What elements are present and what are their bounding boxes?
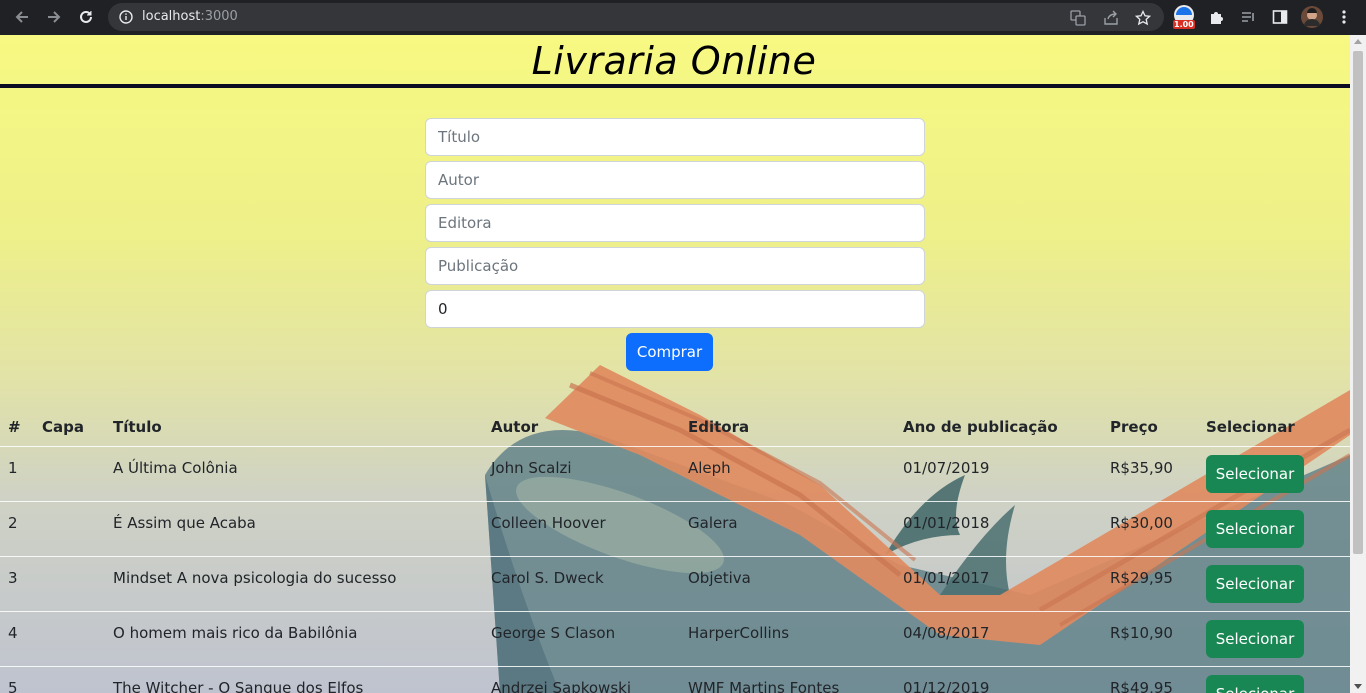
cell-ano: 01/01/2017 xyxy=(895,556,1102,612)
url-text: localhost:3000 xyxy=(142,9,238,24)
col-header-editora: Editora xyxy=(680,408,895,447)
titulo-input[interactable] xyxy=(425,118,925,156)
cell-capa xyxy=(34,666,105,693)
cell-titulo: O homem mais rico da Babilônia xyxy=(105,611,483,667)
selecionar-button[interactable]: Selecionar xyxy=(1206,564,1304,603)
cell-ano: 04/08/2017 xyxy=(895,611,1102,667)
profile-avatar[interactable] xyxy=(1300,4,1324,30)
cell-autor: John Scalzi xyxy=(483,446,680,502)
back-icon[interactable] xyxy=(10,5,34,29)
cell-selecionar: Selecionar xyxy=(1198,611,1350,667)
cell-preco: R$30,00 xyxy=(1102,501,1198,557)
address-bar[interactable]: localhost:3000 xyxy=(108,3,1164,31)
preco-input[interactable] xyxy=(425,290,925,328)
scrollbar-thumb[interactable] xyxy=(1353,51,1363,554)
col-header-autor: Autor xyxy=(483,408,680,447)
publicacao-input[interactable] xyxy=(425,247,925,285)
cell-selecionar: Selecionar xyxy=(1198,556,1350,612)
bookmark-star-icon[interactable] xyxy=(1135,10,1151,26)
cell-capa xyxy=(34,556,105,612)
table-row: 5 The Witcher - O Sangue dos Elfos Andrz… xyxy=(0,666,1350,693)
browser-toolbar: localhost:3000 1.00 xyxy=(0,0,1366,35)
page-scrollbar[interactable] xyxy=(1350,35,1366,693)
info-icon[interactable] xyxy=(119,10,133,24)
cell-autor: Colleen Hoover xyxy=(483,501,680,557)
cell-selecionar: Selecionar xyxy=(1198,501,1350,557)
table-row: 4 O homem mais rico da Babilônia George … xyxy=(0,611,1350,667)
page-header: Livraria Online xyxy=(0,35,1350,88)
cell-autor: Andrzej Sapkowski xyxy=(483,666,680,693)
cell-titulo: The Witcher - O Sangue dos Elfos xyxy=(105,666,483,693)
cell-id: 3 xyxy=(0,556,34,612)
col-header-selecionar: Selecionar xyxy=(1198,408,1350,447)
reload-icon[interactable] xyxy=(74,5,98,29)
scroll-up-icon[interactable] xyxy=(1354,39,1362,44)
cell-id: 2 xyxy=(0,501,34,557)
table-row: 1 A Última Colônia John Scalzi Aleph 01/… xyxy=(0,446,1350,502)
cell-editora: Objetiva xyxy=(680,556,895,612)
extension-badge: 1.00 xyxy=(1174,20,1194,29)
cell-id: 4 xyxy=(0,611,34,667)
cell-ano: 01/07/2019 xyxy=(895,446,1102,502)
col-header-ano: Ano de publicação xyxy=(895,408,1102,447)
cell-id: 5 xyxy=(0,666,34,693)
cell-preco: R$29,95 xyxy=(1102,556,1198,612)
cell-editora: WMF Martins Fontes xyxy=(680,666,895,693)
col-header-id: # xyxy=(0,408,34,447)
cell-editora: HarperCollins xyxy=(680,611,895,667)
autor-input[interactable] xyxy=(425,161,925,199)
cell-capa xyxy=(34,446,105,502)
extension-speed-icon[interactable]: 1.00 xyxy=(1171,4,1197,30)
cell-capa xyxy=(34,611,105,667)
share-icon[interactable] xyxy=(1103,10,1119,26)
scroll-down-icon[interactable] xyxy=(1354,684,1362,689)
col-header-capa: Capa xyxy=(34,408,105,447)
col-header-titulo: Título xyxy=(105,408,483,447)
table-header-row: # Capa Título Autor Editora Ano de publi… xyxy=(0,408,1350,447)
cell-titulo: A Última Colônia xyxy=(105,446,483,502)
translate-icon[interactable] xyxy=(1070,10,1086,26)
page-title: Livraria Online xyxy=(531,38,817,83)
cell-selecionar: Selecionar xyxy=(1198,446,1350,502)
cell-titulo: É Assim que Acaba xyxy=(105,501,483,557)
cell-ano: 01/12/2019 xyxy=(895,666,1102,693)
col-header-preco: Preço xyxy=(1102,408,1198,447)
page-content: Livraria Online Comprar # Capa Título Au… xyxy=(0,35,1350,693)
table-row: 3 Mindset A nova psicologia do sucesso C… xyxy=(0,556,1350,612)
cell-preco: R$10,90 xyxy=(1102,611,1198,667)
side-panel-icon[interactable] xyxy=(1270,4,1290,30)
book-form xyxy=(425,118,925,333)
selecionar-button[interactable]: Selecionar xyxy=(1206,619,1304,658)
selecionar-button[interactable]: Selecionar xyxy=(1206,674,1304,693)
extensions-puzzle-icon[interactable] xyxy=(1206,4,1226,30)
selecionar-button[interactable]: Selecionar xyxy=(1206,509,1304,548)
cell-autor: Carol S. Dweck xyxy=(483,556,680,612)
cell-titulo: Mindset A nova psicologia do sucesso xyxy=(105,556,483,612)
browser-menu-icon[interactable] xyxy=(1334,4,1354,30)
media-queue-icon[interactable] xyxy=(1238,4,1258,30)
books-table: # Capa Título Autor Editora Ano de publi… xyxy=(0,408,1350,693)
cell-preco: R$49,95 xyxy=(1102,666,1198,693)
cell-preco: R$35,90 xyxy=(1102,446,1198,502)
table-row: 2 É Assim que Acaba Colleen Hoover Galer… xyxy=(0,501,1350,557)
cell-selecionar: Selecionar xyxy=(1198,666,1350,693)
cell-ano: 01/01/2018 xyxy=(895,501,1102,557)
comprar-button[interactable]: Comprar xyxy=(626,333,713,371)
cell-editora: Aleph xyxy=(680,446,895,502)
cell-editora: Galera xyxy=(680,501,895,557)
editora-input[interactable] xyxy=(425,204,925,242)
cell-capa xyxy=(34,501,105,557)
cell-id: 1 xyxy=(0,446,34,502)
forward-icon[interactable] xyxy=(42,5,66,29)
selecionar-button[interactable]: Selecionar xyxy=(1206,454,1304,493)
cell-autor: George S Clason xyxy=(483,611,680,667)
